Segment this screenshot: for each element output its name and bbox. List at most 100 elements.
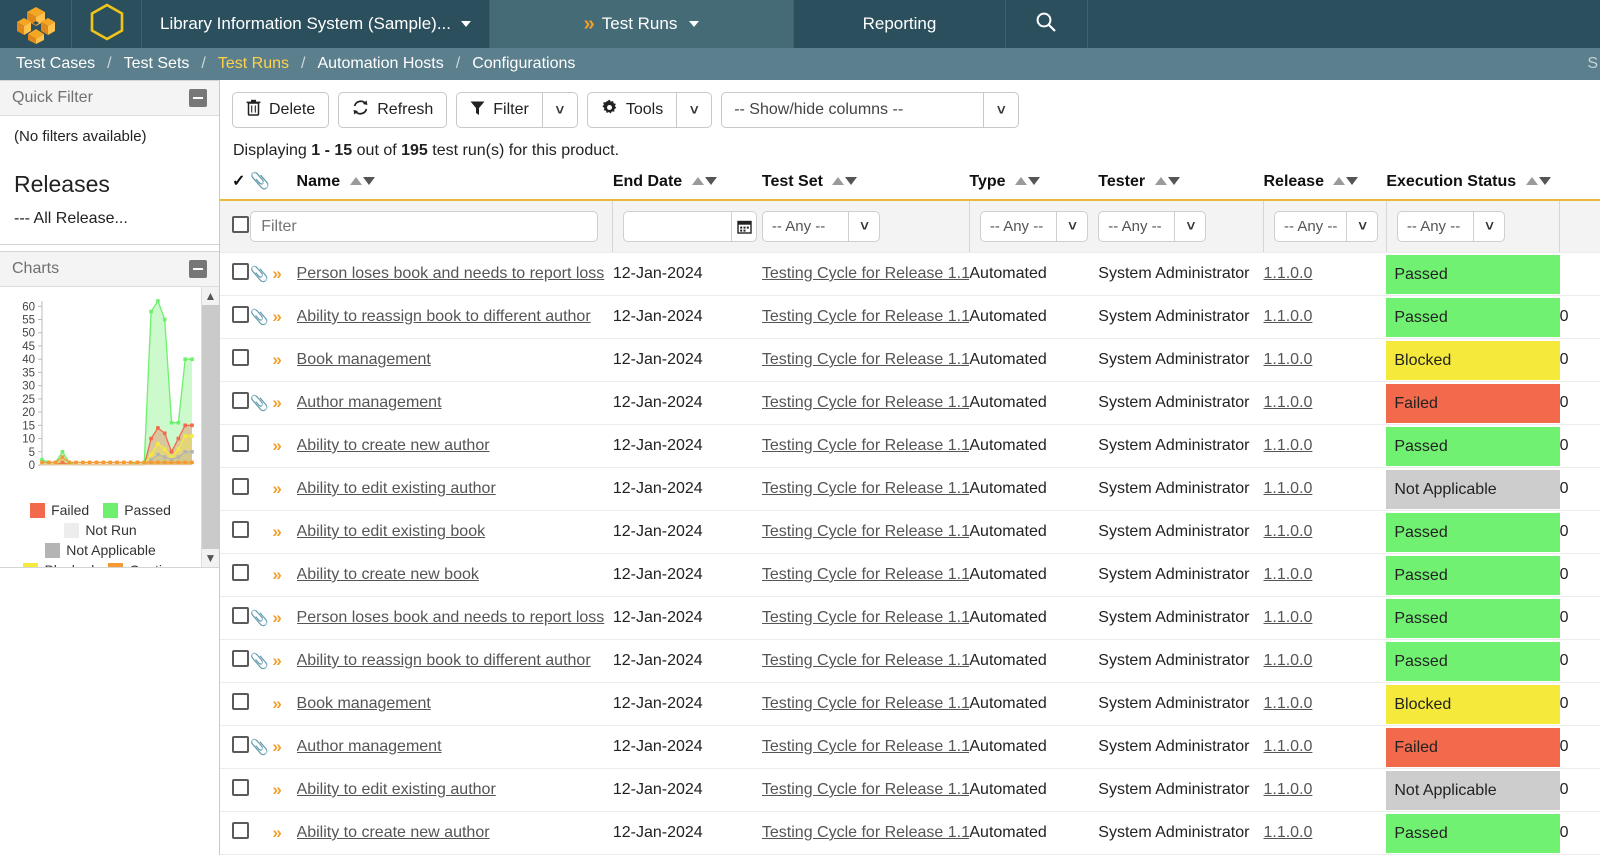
tab-reporting[interactable]: Reporting xyxy=(793,0,1006,48)
delete-button[interactable]: Delete xyxy=(232,92,329,128)
column-header-test-set[interactable]: Test Set xyxy=(762,171,969,200)
sort-desc-icon[interactable] xyxy=(845,177,857,185)
filter-button[interactable]: Filter xyxy=(456,92,542,128)
sort-controls[interactable] xyxy=(350,177,375,185)
sort-controls[interactable] xyxy=(692,177,717,185)
column-header-end-date[interactable]: End Date xyxy=(613,171,762,200)
row-checkbox[interactable] xyxy=(232,435,249,452)
test-set-link[interactable]: Testing Cycle for Release 1.1 xyxy=(762,265,969,282)
release-link[interactable]: 1.1.0.0 xyxy=(1263,437,1312,454)
test-set-link[interactable]: Testing Cycle for Release 1.1 xyxy=(762,652,969,669)
test-run-name-link[interactable]: Book management xyxy=(297,351,431,368)
test-run-name-link[interactable]: Ability to reassign book to different au… xyxy=(297,652,591,669)
release-link[interactable]: 1.1.0.0 xyxy=(1263,523,1312,540)
row-checkbox[interactable] xyxy=(232,607,249,624)
app-logo[interactable] xyxy=(0,0,72,48)
test-set-link[interactable]: Testing Cycle for Release 1.1 xyxy=(762,695,969,712)
row-checkbox[interactable] xyxy=(232,306,249,323)
row-checkbox[interactable] xyxy=(232,693,249,710)
test-set-link[interactable]: Testing Cycle for Release 1.1 xyxy=(762,351,969,368)
refresh-button[interactable]: Refresh xyxy=(338,92,447,128)
sort-desc-icon[interactable] xyxy=(363,177,375,185)
tester-filter-toggle[interactable]: ˅ xyxy=(1174,211,1206,242)
test-set-link[interactable]: Testing Cycle for Release 1.1 xyxy=(762,437,969,454)
execution-status-filter-value[interactable]: -- Any -- xyxy=(1397,211,1473,242)
breadcrumb-item-configurations[interactable]: Configurations xyxy=(472,55,575,73)
release-link[interactable]: 1.1.0.0 xyxy=(1263,308,1312,325)
test-run-name-link[interactable]: Ability to reassign book to different au… xyxy=(297,308,591,325)
column-header-name[interactable]: Name xyxy=(297,171,613,200)
end-date-filter-input[interactable] xyxy=(623,211,731,242)
test-set-link[interactable]: Testing Cycle for Release 1.1 xyxy=(762,308,969,325)
sort-asc-icon[interactable] xyxy=(692,177,704,185)
release-link[interactable]: 1.1.0.0 xyxy=(1263,351,1312,368)
row-checkbox[interactable] xyxy=(232,521,249,538)
column-header-release[interactable]: Release xyxy=(1263,171,1386,200)
tools-button[interactable]: Tools xyxy=(587,92,676,128)
release-link[interactable]: 1.1.0.0 xyxy=(1263,652,1312,669)
hexagon-icon-button[interactable] xyxy=(72,0,142,48)
test-set-link[interactable]: Testing Cycle for Release 1.1 xyxy=(762,609,969,626)
tools-dropdown-toggle[interactable]: ˅ xyxy=(676,92,712,128)
column-header-execution-status[interactable]: Execution Status xyxy=(1386,171,1600,200)
search-button[interactable] xyxy=(1006,0,1088,48)
test-run-name-link[interactable]: Book management xyxy=(297,695,431,712)
name-filter-input[interactable] xyxy=(250,211,598,242)
sort-asc-icon[interactable] xyxy=(350,177,362,185)
test-run-name-link[interactable]: Ability to edit existing author xyxy=(297,781,496,798)
sort-desc-icon[interactable] xyxy=(1028,177,1040,185)
test-set-link[interactable]: Testing Cycle for Release 1.1 xyxy=(762,824,969,841)
calendar-icon[interactable] xyxy=(731,211,758,242)
execution-status-filter-toggle[interactable]: ˅ xyxy=(1473,211,1505,242)
sort-controls[interactable] xyxy=(832,177,857,185)
type-filter-value[interactable]: -- Any -- xyxy=(980,211,1056,242)
release-link[interactable]: 1.1.0.0 xyxy=(1263,781,1312,798)
release-link[interactable]: 1.1.0.0 xyxy=(1263,480,1312,497)
filter-dropdown-toggle[interactable]: ˅ xyxy=(542,92,578,128)
breadcrumb-item-test-sets[interactable]: Test Sets xyxy=(124,55,190,73)
type-filter-toggle[interactable]: ˅ xyxy=(1056,211,1088,242)
test-run-name-link[interactable]: Ability to create new author xyxy=(297,824,490,841)
release-link[interactable]: 1.1.0.0 xyxy=(1263,824,1312,841)
test-set-link[interactable]: Testing Cycle for Release 1.1 xyxy=(762,394,969,411)
sort-asc-icon[interactable] xyxy=(1155,177,1167,185)
sort-desc-icon[interactable] xyxy=(1539,177,1551,185)
release-link[interactable]: 1.1.0.0 xyxy=(1263,566,1312,583)
sort-desc-icon[interactable] xyxy=(1346,177,1358,185)
minus-icon[interactable] xyxy=(189,89,207,107)
release-filter-value[interactable]: -- Any -- xyxy=(1274,211,1346,242)
test-set-link[interactable]: Testing Cycle for Release 1.1 xyxy=(762,566,969,583)
release-link[interactable]: 1.1.0.0 xyxy=(1263,265,1312,282)
test-set-link[interactable]: Testing Cycle for Release 1.1 xyxy=(762,523,969,540)
showhide-columns-select[interactable]: -- Show/hide columns -- xyxy=(721,92,983,128)
row-checkbox[interactable] xyxy=(232,779,249,796)
sort-desc-icon[interactable] xyxy=(705,177,717,185)
breadcrumb-item-test-cases[interactable]: Test Cases xyxy=(16,55,95,73)
column-header-type[interactable]: Type xyxy=(969,171,1098,200)
release-link[interactable]: 1.1.0.0 xyxy=(1263,609,1312,626)
tab-test-runs[interactable]: » Test Runs xyxy=(490,0,793,48)
chevron-up-icon[interactable]: ▲ xyxy=(202,287,219,305)
sort-asc-icon[interactable] xyxy=(1333,177,1345,185)
column-header-tester[interactable]: Tester xyxy=(1098,171,1263,200)
sort-controls[interactable] xyxy=(1526,177,1551,185)
sort-asc-icon[interactable] xyxy=(1015,177,1027,185)
sort-controls[interactable] xyxy=(1015,177,1040,185)
select-all-checkbox[interactable] xyxy=(232,216,249,233)
test-set-link[interactable]: Testing Cycle for Release 1.1 xyxy=(762,480,969,497)
test-run-name-link[interactable]: Ability to create new author xyxy=(297,437,490,454)
breadcrumb-item-automation-hosts[interactable]: Automation Hosts xyxy=(317,55,443,73)
test-set-filter-toggle[interactable]: ˅ xyxy=(848,211,880,242)
test-run-name-link[interactable]: Ability to edit existing author xyxy=(297,480,496,497)
row-checkbox[interactable] xyxy=(232,392,249,409)
minus-icon[interactable] xyxy=(189,260,207,278)
chart-scrollbar[interactable]: ▲ ▼ xyxy=(201,287,219,567)
row-checkbox[interactable] xyxy=(232,349,249,366)
row-checkbox[interactable] xyxy=(232,650,249,667)
test-run-name-link[interactable]: Person loses book and needs to report lo… xyxy=(297,609,605,626)
test-run-name-link[interactable]: Author management xyxy=(297,394,442,411)
test-run-name-link[interactable]: Ability to edit existing book xyxy=(297,523,486,540)
sort-desc-icon[interactable] xyxy=(1168,177,1180,185)
sort-controls[interactable] xyxy=(1333,177,1358,185)
sort-controls[interactable] xyxy=(1155,177,1180,185)
